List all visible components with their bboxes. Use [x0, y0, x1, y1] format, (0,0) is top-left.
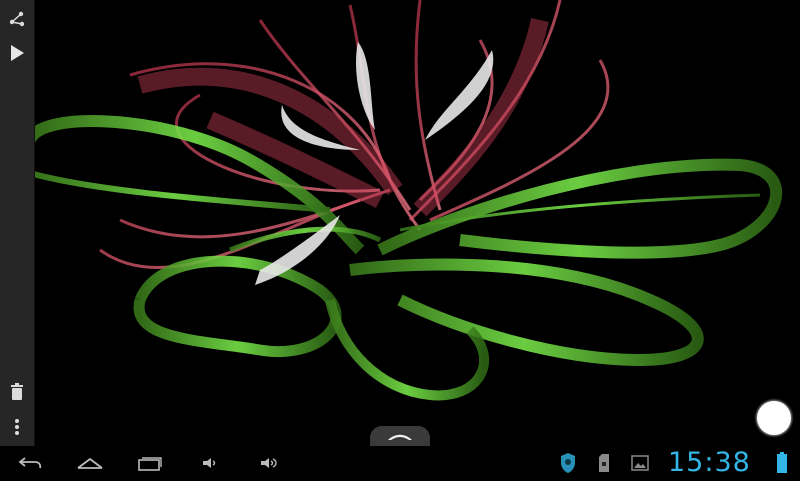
image-icon — [630, 450, 650, 476]
share-icon — [9, 11, 25, 27]
delete-button[interactable] — [0, 375, 34, 409]
volume-up-button[interactable] — [255, 446, 285, 480]
recent-apps-icon — [138, 457, 162, 471]
clock: 15:38 — [668, 447, 751, 478]
chevron-up-icon — [388, 434, 412, 440]
shield-icon — [558, 450, 578, 476]
sd-card-icon — [596, 450, 612, 476]
trash-icon — [11, 383, 23, 400]
battery-icon — [774, 450, 790, 476]
volume-down-button[interactable] — [195, 446, 225, 480]
volume-down-icon — [203, 458, 216, 468]
home-button[interactable] — [70, 446, 110, 480]
play-icon — [11, 45, 24, 61]
play-button[interactable] — [0, 36, 34, 70]
overflow-menu-icon — [15, 419, 19, 435]
volume-up-icon — [261, 458, 277, 468]
left-toolbar — [0, 0, 35, 446]
share-button[interactable] — [0, 2, 34, 36]
home-icon — [77, 457, 103, 469]
circle-button[interactable] — [757, 401, 791, 435]
pull-up-handle[interactable] — [370, 426, 430, 446]
back-icon — [18, 457, 42, 469]
flower-artwork — [19, 0, 783, 401]
recent-apps-button[interactable] — [130, 446, 170, 480]
overflow-menu-button[interactable] — [0, 410, 34, 444]
back-button[interactable] — [10, 446, 50, 480]
